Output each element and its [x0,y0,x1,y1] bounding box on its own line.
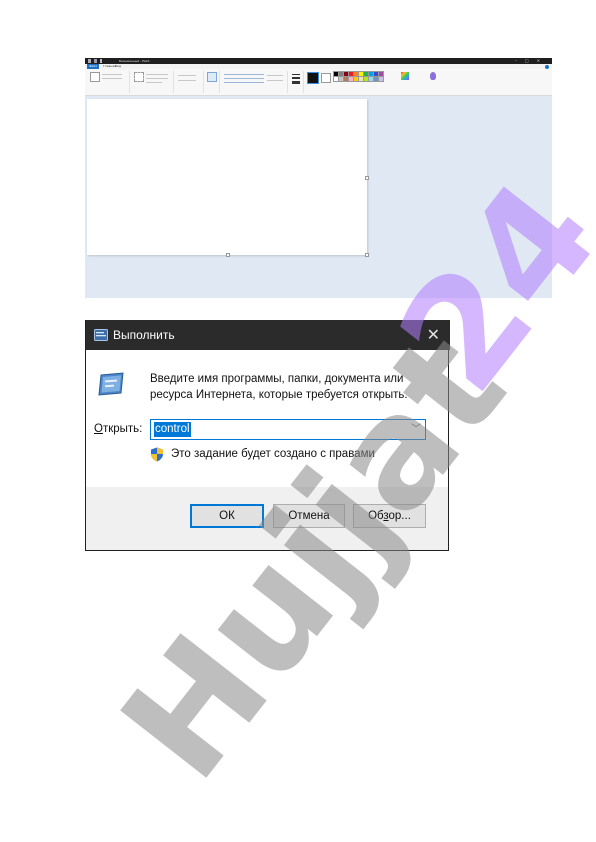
image-group [131,71,174,93]
edit-colors-icon[interactable] [401,72,409,80]
open-label: Открыть: [94,423,142,435]
resize-handle[interactable] [226,253,230,257]
shapes-group [221,71,288,93]
resize-handle[interactable] [365,253,369,257]
run-description: Введите имя программы, папки, документа … [150,373,408,401]
open-input[interactable]: control ﹀ [150,419,426,440]
paint-3d-icon[interactable] [430,72,436,80]
run-title: Выполнить [113,328,175,342]
paint-canvas[interactable] [87,99,369,257]
run-title-bar: Выполнить ✕ [86,320,450,350]
open-label-accesskey: О [94,423,103,435]
cancel-button[interactable]: Отмена [273,504,345,528]
paint-screenshot: Безымянный - Paint –□✕ Файл Главная Вид [85,58,552,298]
ok-button[interactable]: ОК [190,504,264,528]
color2-swatch[interactable] [321,73,331,83]
browse-label-a: Об [368,510,384,522]
admin-note: Это задание будет создано с правами [171,448,375,460]
size-group [289,71,304,93]
brush-icon[interactable] [207,72,217,82]
open-label-text: ткрыть: [102,423,143,435]
browse-button[interactable]: Обзор... [353,504,426,528]
chevron-down-icon[interactable]: ﹀ [411,421,421,439]
help-icon[interactable] [545,64,549,69]
clipboard-group [87,71,130,93]
run-program-icon [98,372,124,396]
run-icon [94,329,108,341]
color1-swatch[interactable] [307,72,319,84]
paste-icon[interactable] [90,72,100,82]
resize-handle[interactable] [365,176,369,180]
quick-access-toolbar[interactable] [88,59,116,63]
brushes-group [205,71,220,93]
browse-label-b: ор... [388,510,411,522]
open-input-value[interactable]: control [154,422,191,437]
shield-icon [151,447,163,462]
run-dialog: Выполнить ✕ Введите имя программы, папки… [85,320,450,551]
paint-ribbon [85,69,552,96]
tools-group [175,71,204,93]
select-icon[interactable] [134,72,144,82]
close-icon[interactable]: ✕ [427,320,440,350]
